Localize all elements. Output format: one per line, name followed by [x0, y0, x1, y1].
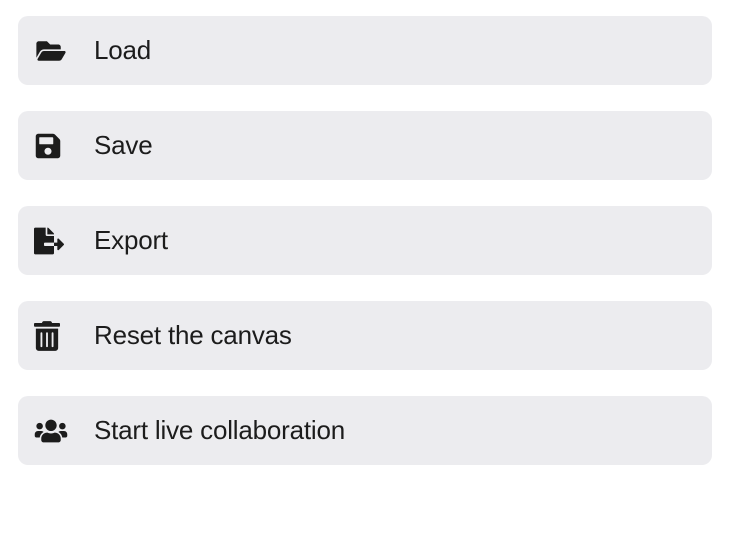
- menu-item-export[interactable]: Export: [18, 206, 712, 275]
- file-export-icon: [34, 226, 70, 256]
- menu-item-label: Load: [94, 35, 151, 66]
- menu-item-save[interactable]: Save: [18, 111, 712, 180]
- menu-item-label: Export: [94, 225, 168, 256]
- users-icon: [34, 416, 70, 446]
- menu-item-label: Save: [94, 130, 152, 161]
- menu-item-reset-canvas[interactable]: Reset the canvas: [18, 301, 712, 370]
- menu-list: Load Save Export Reset the canvas Start …: [18, 16, 712, 465]
- save-icon: [34, 131, 70, 161]
- trash-icon: [34, 321, 70, 351]
- folder-open-icon: [34, 36, 70, 66]
- menu-item-load[interactable]: Load: [18, 16, 712, 85]
- menu-item-live-collaboration[interactable]: Start live collaboration: [18, 396, 712, 465]
- menu-item-label: Reset the canvas: [94, 320, 292, 351]
- menu-item-label: Start live collaboration: [94, 415, 345, 446]
